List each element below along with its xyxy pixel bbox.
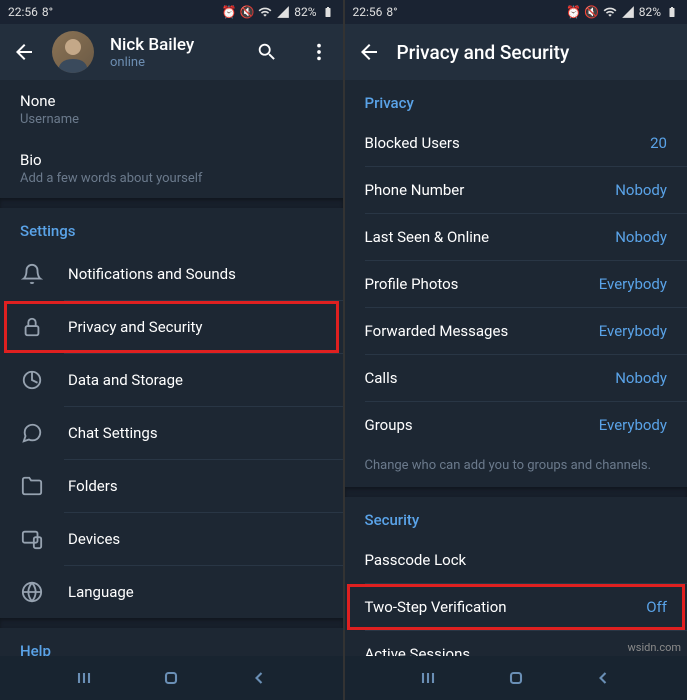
nav-recent[interactable]: [415, 665, 441, 691]
settings-header: Settings: [0, 208, 343, 248]
devices-icon: [20, 527, 44, 551]
nav-back[interactable]: [246, 665, 272, 691]
section-divider: [0, 618, 343, 628]
status-bar: 22:56 8° ⏰ 🔇 82%: [345, 0, 687, 24]
mute-icon: 🔇: [585, 5, 599, 19]
section-divider: [345, 487, 687, 497]
back-button[interactable]: [12, 40, 36, 64]
nav-bar: [345, 656, 687, 700]
status-temp: 8°: [386, 5, 397, 19]
watermark: wsidn.com: [628, 641, 681, 654]
wifi-icon: [603, 5, 617, 19]
data-icon: [20, 368, 44, 392]
search-button[interactable]: [255, 40, 279, 64]
back-button[interactable]: [357, 40, 381, 64]
section-divider: [0, 198, 343, 208]
privacy-phone[interactable]: Phone Number Nobody: [345, 167, 687, 213]
alarm-icon: ⏰: [222, 5, 236, 19]
globe-icon: [20, 580, 44, 604]
content-right: Privacy Blocked Users 20 Phone Number No…: [345, 80, 687, 656]
content-left: None Username Bio Add a few words about …: [0, 80, 343, 656]
status-battery: 82%: [639, 5, 661, 19]
privacy-calls[interactable]: Calls Nobody: [345, 355, 687, 401]
battery-icon: [665, 5, 679, 19]
privacy-lastseen[interactable]: Last Seen & Online Nobody: [345, 214, 687, 260]
phone-right: 22:56 8° ⏰ 🔇 82% Privacy and Security Pr…: [345, 0, 687, 700]
folder-icon: [20, 474, 44, 498]
user-status: online: [110, 55, 227, 70]
settings-folders[interactable]: Folders: [0, 460, 343, 512]
signal-icon: [276, 5, 290, 19]
username-row[interactable]: None Username: [0, 80, 343, 139]
signal-icon: [621, 5, 635, 19]
nav-bar: [0, 656, 343, 700]
status-time: 22:56: [353, 5, 383, 19]
help-header: Help: [0, 628, 343, 656]
bell-icon: [20, 262, 44, 286]
app-bar: Nick Bailey online: [0, 24, 343, 80]
bio-row[interactable]: Bio Add a few words about yourself: [0, 139, 343, 198]
page-title: Privacy and Security: [397, 41, 676, 64]
settings-chat[interactable]: Chat Settings: [0, 407, 343, 459]
alarm-icon: ⏰: [567, 5, 581, 19]
status-temp: 8°: [42, 5, 53, 19]
settings-privacy[interactable]: Privacy and Security: [0, 301, 343, 353]
status-battery: 82%: [294, 5, 316, 19]
security-twostep[interactable]: Two-Step Verification Off: [345, 584, 687, 630]
security-passcode[interactable]: Passcode Lock: [345, 537, 687, 583]
privacy-groups[interactable]: Groups Everybody: [345, 402, 687, 448]
wifi-icon: [258, 5, 272, 19]
status-bar: 22:56 8° ⏰ 🔇 82%: [0, 0, 343, 24]
battery-icon: [321, 5, 335, 19]
privacy-forwarded[interactable]: Forwarded Messages Everybody: [345, 308, 687, 354]
settings-data[interactable]: Data and Storage: [0, 354, 343, 406]
user-info: Nick Bailey online: [110, 35, 227, 70]
nav-back[interactable]: [590, 665, 616, 691]
status-time: 22:56: [8, 5, 38, 19]
lock-icon: [20, 315, 44, 339]
nav-home[interactable]: [503, 665, 529, 691]
settings-devices[interactable]: Devices: [0, 513, 343, 565]
nav-home[interactable]: [158, 665, 184, 691]
settings-notifications[interactable]: Notifications and Sounds: [0, 248, 343, 300]
avatar[interactable]: [52, 31, 94, 73]
settings-language[interactable]: Language: [0, 566, 343, 618]
user-name: Nick Bailey: [110, 35, 227, 55]
phone-left: 22:56 8° ⏰ 🔇 82% Nick Bailey online: [0, 0, 343, 700]
security-header: Security: [345, 497, 687, 537]
privacy-blocked[interactable]: Blocked Users 20: [345, 120, 687, 166]
privacy-photos[interactable]: Profile Photos Everybody: [345, 261, 687, 307]
app-bar: Privacy and Security: [345, 24, 687, 80]
mute-icon: 🔇: [240, 5, 254, 19]
nav-recent[interactable]: [71, 665, 97, 691]
privacy-hint: Change who can add you to groups and cha…: [345, 448, 687, 487]
chat-icon: [20, 421, 44, 445]
privacy-header: Privacy: [345, 80, 687, 120]
more-button[interactable]: [307, 40, 331, 64]
